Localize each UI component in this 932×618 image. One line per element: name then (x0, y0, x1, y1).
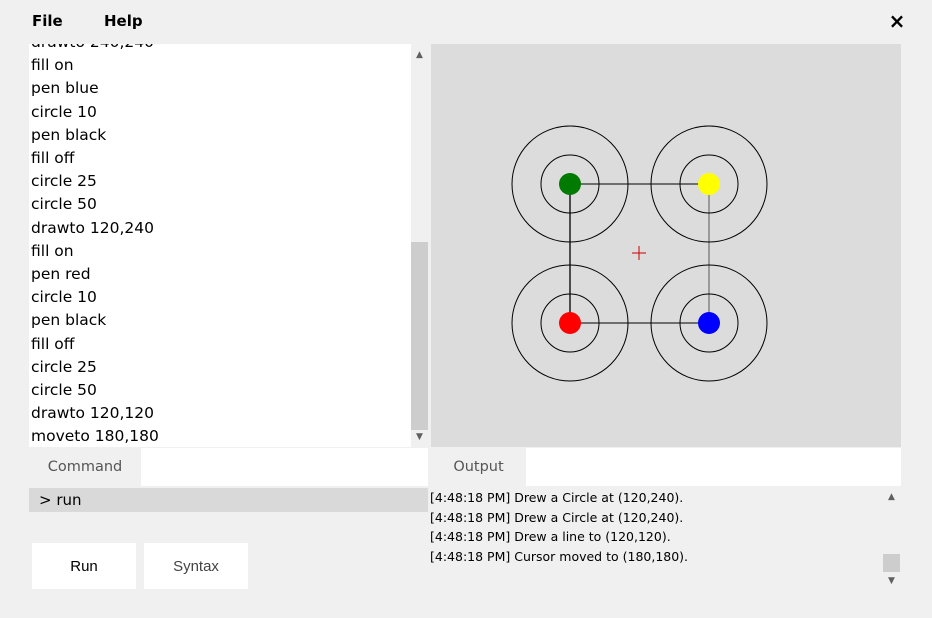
code-line: drawto 120,240 (31, 218, 154, 237)
code-line: fill off (31, 149, 75, 168)
menu-bar: File Help × (0, 0, 932, 44)
command-input[interactable]: > run (29, 488, 428, 512)
log-line: [4:48:18 PM] Drew a line to (120,120). (430, 529, 671, 544)
code-line: pen black (31, 125, 107, 144)
output-scrollbar[interactable]: ▲ ▼ (881, 488, 901, 592)
tab-strip-fill (141, 448, 428, 486)
circle-dot-blue (698, 312, 720, 334)
scroll-down-icon[interactable]: ▼ (883, 574, 900, 588)
program-editor[interactable]: drawto 240,240 fill on pen blue circle 10 pe… (29, 44, 411, 447)
run-button[interactable]: Run (32, 543, 136, 589)
output-log: [4:48:18 PM] Drew a Circle at (120,240).… (430, 488, 880, 592)
log-line: [4:48:18 PM] Drew a Circle at (120,240). (430, 509, 684, 525)
syntax-button[interactable]: Syntax (144, 543, 248, 589)
tab-command[interactable]: Command (29, 448, 141, 486)
code-line: drawto 240,240 (31, 44, 159, 54)
menu-file[interactable]: File (32, 12, 63, 30)
scroll-down-icon[interactable]: ▼ (411, 430, 428, 444)
code-line: circle 25 (31, 172, 97, 191)
code-line: fill off (31, 334, 75, 353)
circle-dot-red (559, 312, 581, 334)
circle-dot-green (559, 173, 581, 195)
code-line: circle 50 (31, 381, 97, 400)
tab-strip-fill (526, 448, 901, 486)
output-scroll-thumb[interactable] (883, 554, 900, 572)
log-line: [4:48:18 PM] Cursor moved to (180,180). (430, 548, 689, 564)
code-line: circle 10 (31, 102, 97, 121)
code-line: circle 10 (31, 288, 97, 307)
crosshair-cursor-icon (632, 246, 646, 260)
menu-help[interactable]: Help (104, 12, 143, 30)
scroll-up-icon[interactable]: ▲ (883, 490, 900, 504)
code-line: pen blue (31, 79, 99, 98)
code-line: pen red (31, 265, 91, 284)
editor-scroll-thumb[interactable] (411, 242, 428, 430)
tab-output[interactable]: Output (431, 448, 526, 486)
code-line: pen black (31, 311, 107, 330)
log-line: [4:48:18 PM] Drew a Circle at (120,240). (430, 490, 684, 505)
code-line: fill on (31, 241, 74, 260)
code-line: moveto 180,180 (31, 427, 159, 446)
code-line: circle 50 (31, 195, 97, 214)
drawing-canvas (431, 44, 901, 447)
editor-scrollbar[interactable]: ▲ ▼ (411, 44, 428, 447)
drawing-svg (511, 125, 768, 382)
scroll-up-icon[interactable]: ▲ (411, 48, 428, 62)
circle-dot-yellow (698, 173, 720, 195)
code-line: circle 25 (31, 357, 97, 376)
code-lines: drawto 240,240 fill on pen blue circle 10 pe… (31, 44, 159, 447)
code-line: fill on (31, 56, 74, 75)
close-icon[interactable]: × (887, 10, 907, 32)
code-line: drawto 120,120 (31, 404, 154, 423)
